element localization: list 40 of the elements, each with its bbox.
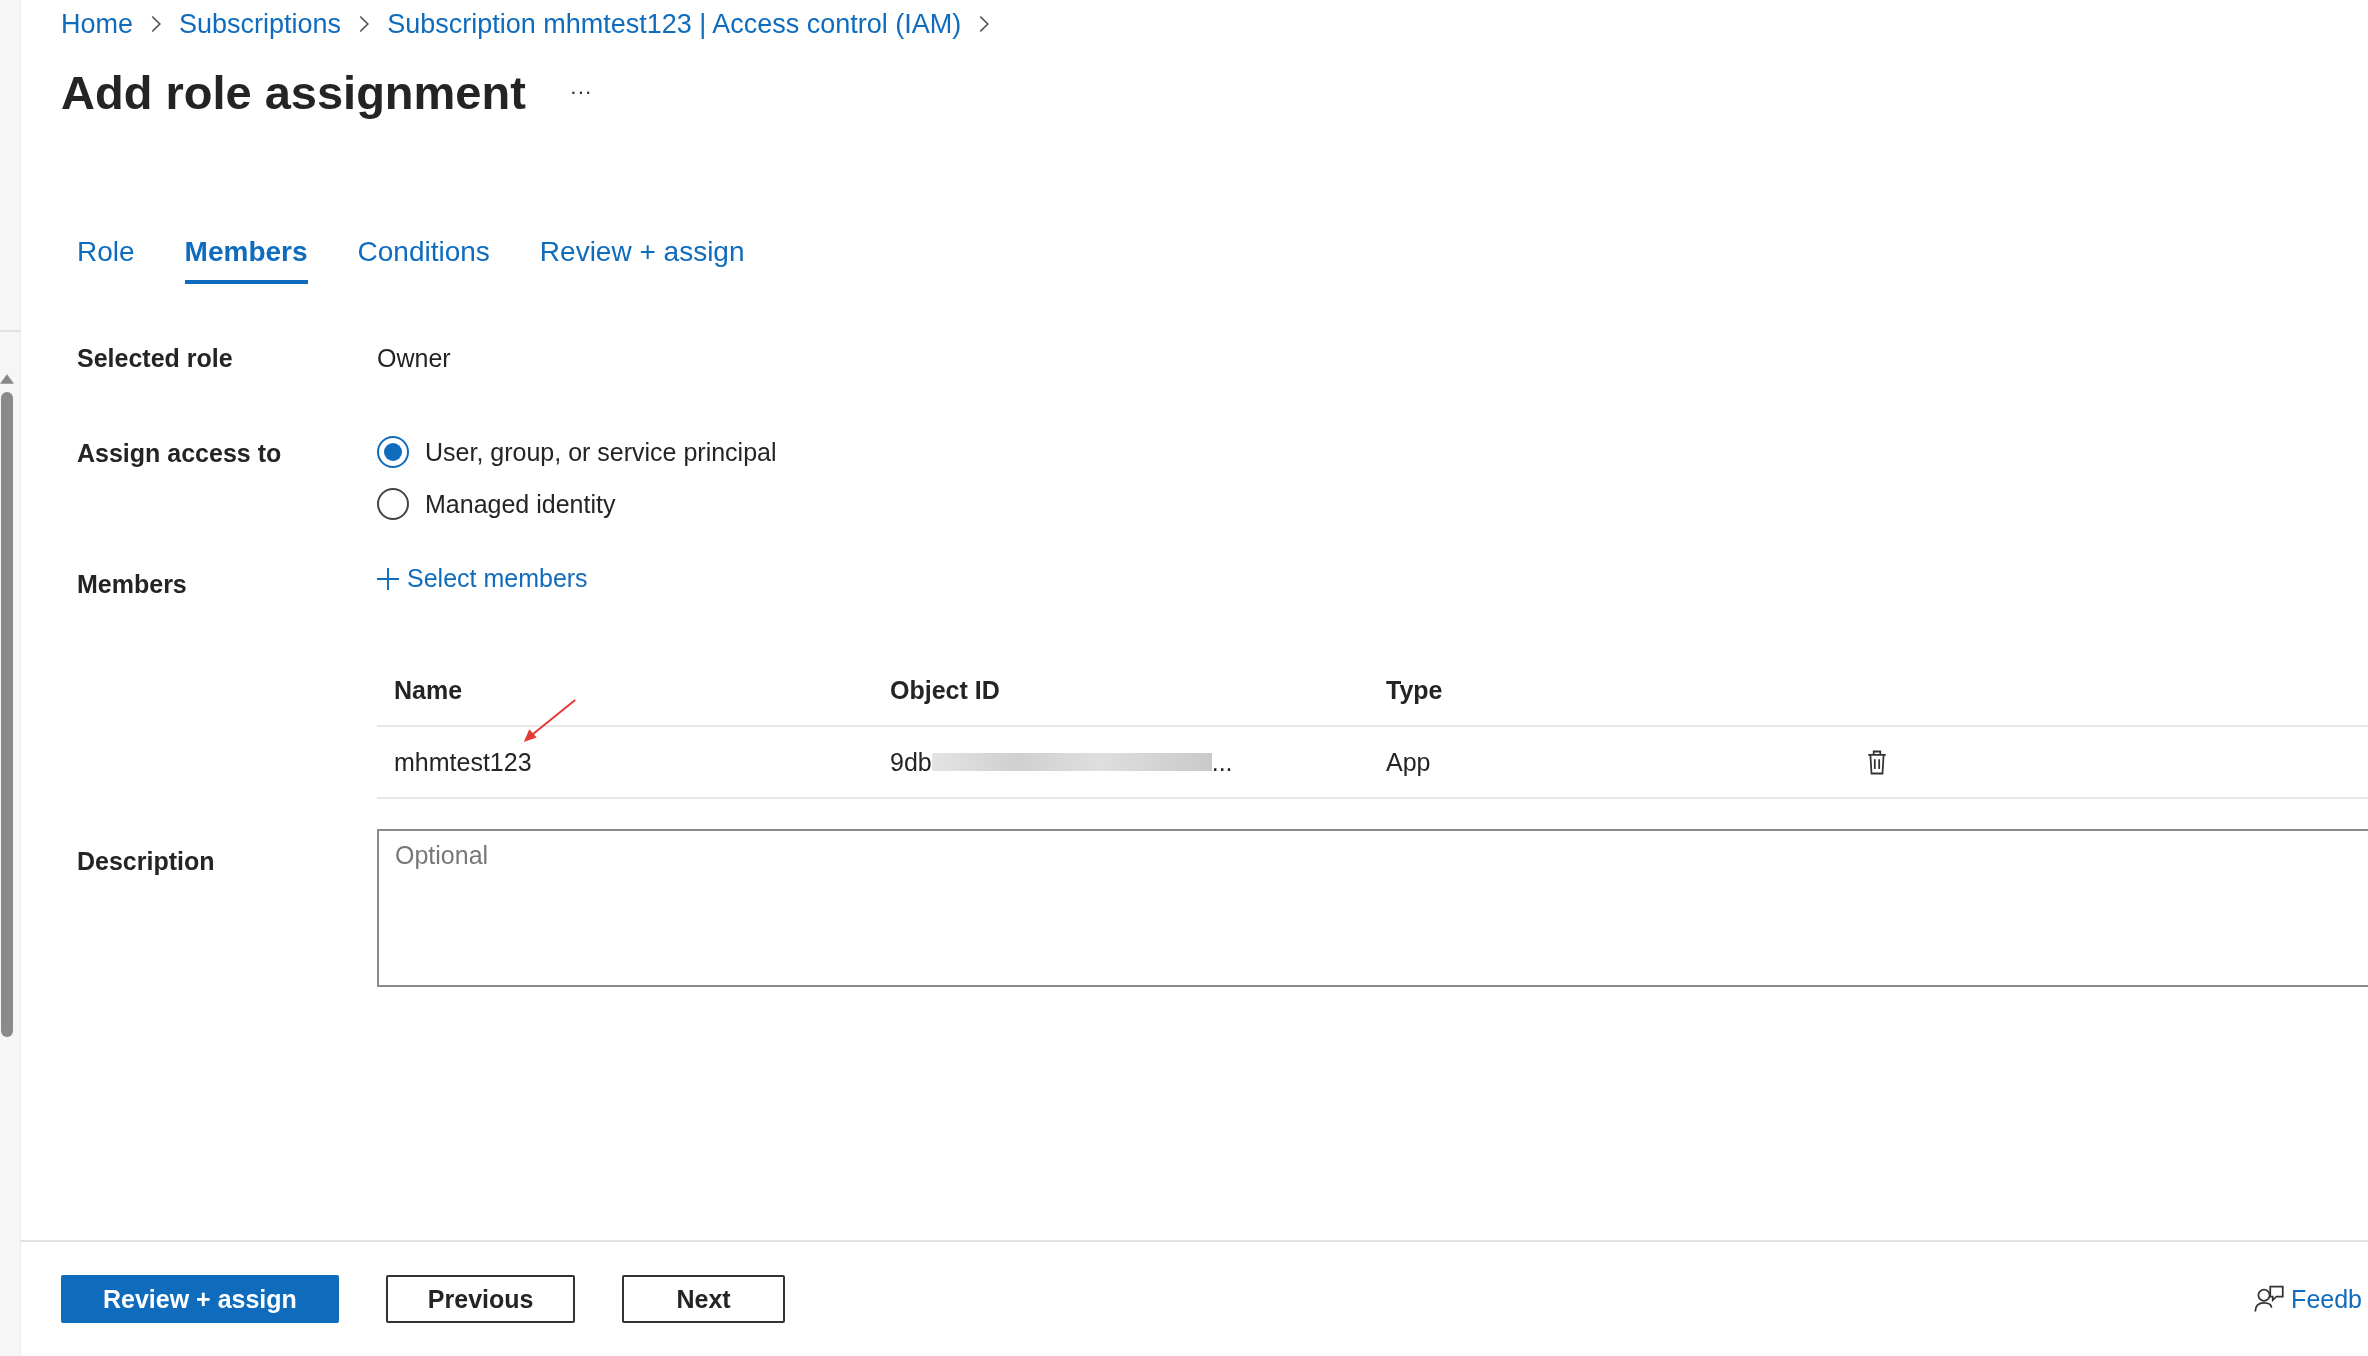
radio-label[interactable]: User, group, or service principal: [425, 437, 777, 467]
secondary-button[interactable]: Next: [622, 1275, 785, 1323]
breadcrumb-link[interactable]: Home: [61, 8, 134, 40]
column-header: Object ID: [889, 675, 1001, 705]
breadcrumb-link[interactable]: Subscriptions: [179, 8, 342, 40]
more-button[interactable]: ···: [569, 79, 592, 105]
scrollbar-thumb[interactable]: [1, 392, 13, 1037]
table-cell: 9db: [890, 747, 932, 777]
scroll-up-icon[interactable]: [0, 374, 14, 384]
tab[interactable]: Conditions: [357, 224, 490, 284]
annotation-arrow: [522, 697, 577, 744]
chevron-icon: [151, 15, 162, 33]
secondary-button[interactable]: Previous: [385, 1275, 576, 1323]
radio-button[interactable]: [377, 436, 409, 468]
breadcrumb-link[interactable]: Subscription mhmtest123 | Access control (IAM): [387, 8, 962, 40]
field-label: Description: [76, 847, 216, 876]
tab[interactable]: Role: [77, 224, 135, 284]
primary-button[interactable]: Review + assign: [61, 1275, 339, 1323]
radio-button[interactable]: [377, 488, 409, 520]
feedback-icon[interactable]: [2254, 1284, 2285, 1314]
description-field[interactable]: Optional: [377, 829, 2368, 987]
tab[interactable]: Members: [184, 224, 308, 284]
page-title: Add role assignment: [61, 64, 526, 120]
role-value: Owner: [377, 344, 451, 373]
field-label: Assign access to: [76, 439, 283, 468]
field-label: Members: [76, 570, 188, 599]
column-header: Name: [393, 675, 464, 705]
table-cell: App: [1386, 747, 1431, 777]
table-cell: mhmtest123: [394, 747, 532, 777]
chevron-icon: [359, 15, 370, 33]
trash-icon[interactable]: [1866, 748, 1888, 776]
ellipsis-text: ...: [1211, 747, 1233, 777]
select-members-link[interactable]: Select members: [377, 564, 588, 593]
chevron-icon: [979, 15, 990, 33]
field-label: Selected role: [76, 344, 234, 373]
plus-icon[interactable]: [377, 567, 399, 590]
tab[interactable]: Review + assign: [539, 224, 745, 284]
radio-label[interactable]: Managed identity: [425, 489, 616, 519]
column-header: Type: [1385, 675, 1443, 705]
feedback-link[interactable]: Feedb: [2291, 1284, 2362, 1314]
